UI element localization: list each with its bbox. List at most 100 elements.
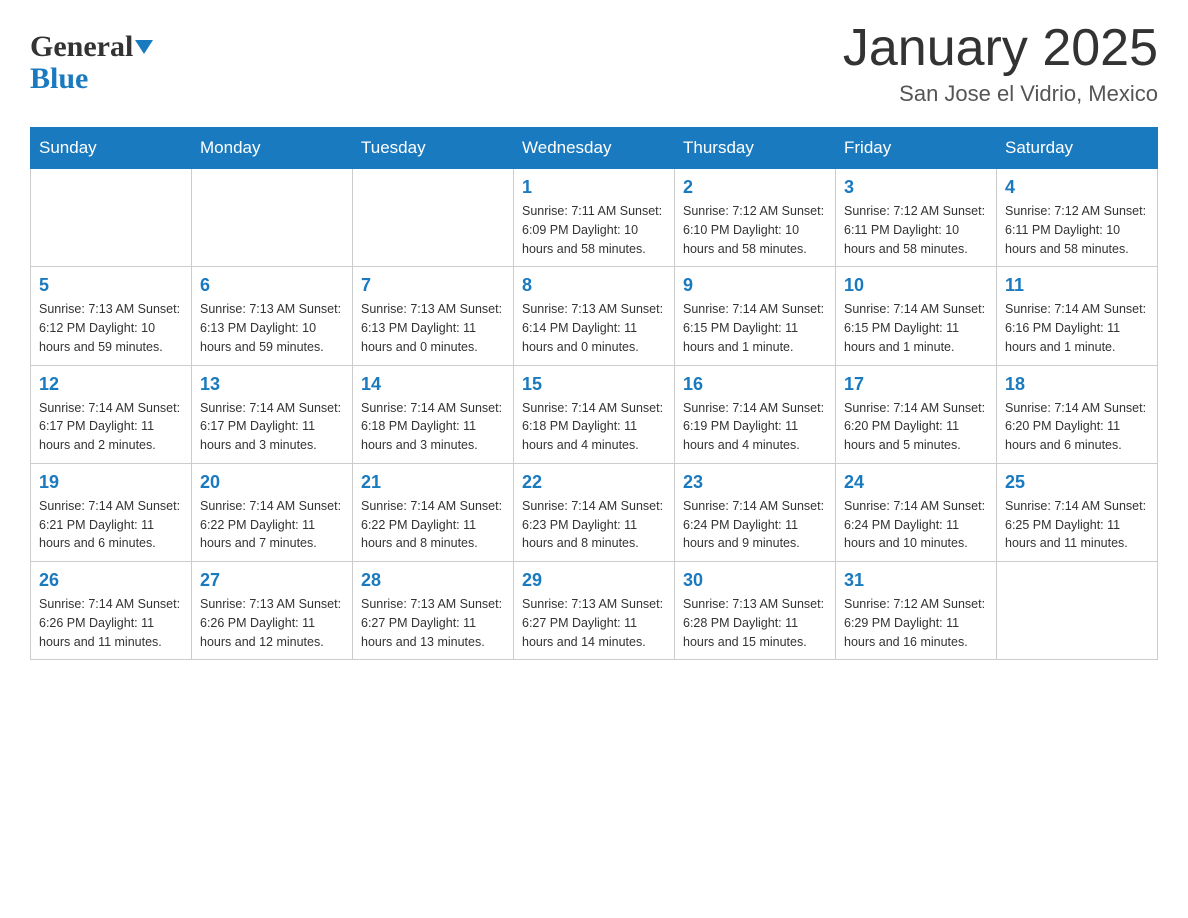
day-info: Sunrise: 7:13 AM Sunset: 6:28 PM Dayligh… (683, 595, 827, 651)
calendar-cell: 16 Sunrise: 7:14 AM Sunset: 6:19 PM Dayli… (675, 365, 836, 463)
day-number: 11 (1005, 275, 1149, 296)
calendar-week-row: 12 Sunrise: 7:14 AM Sunset: 6:17 PM Dayli… (31, 365, 1158, 463)
calendar-cell (997, 562, 1158, 660)
day-number: 19 (39, 472, 183, 493)
logo-blue-text: Blue (30, 62, 88, 96)
day-number: 22 (522, 472, 666, 493)
logo-general-text: General (30, 30, 133, 64)
calendar-cell: 3 Sunrise: 7:12 AM Sunset: 6:11 PM Daylig… (836, 169, 997, 267)
calendar-week-row: 5 Sunrise: 7:13 AM Sunset: 6:12 PM Daylig… (31, 267, 1158, 365)
calendar-header-row: SundayMondayTuesdayWednesdayThursdayFrid… (31, 128, 1158, 169)
calendar-cell: 2 Sunrise: 7:12 AM Sunset: 6:10 PM Daylig… (675, 169, 836, 267)
calendar-week-row: 26 Sunrise: 7:14 AM Sunset: 6:26 PM Dayli… (31, 562, 1158, 660)
day-info: Sunrise: 7:13 AM Sunset: 6:12 PM Dayligh… (39, 300, 183, 356)
calendar-cell: 28Sunrise: 7:13 AM Sunset: 6:27 PM Dayli… (353, 562, 514, 660)
day-number: 29 (522, 570, 666, 591)
calendar-cell: 24 Sunrise: 7:14 AM Sunset: 6:24 PM Dayli… (836, 463, 997, 561)
day-number: 24 (844, 472, 988, 493)
calendar-cell: 4 Sunrise: 7:12 AM Sunset: 6:11 PM Daylig… (997, 169, 1158, 267)
day-info: Sunrise: 7:14 AM Sunset: 6:20 PM Dayligh… (844, 399, 988, 455)
day-info: Sunrise: 7:12 AM Sunset: 6:11 PM Dayligh… (844, 202, 988, 258)
day-info: Sunrise: 7:14 AM Sunset: 6:25 PM Dayligh… (1005, 497, 1149, 553)
calendar-cell: 21 Sunrise: 7:14 AM Sunset: 6:22 PM Dayli… (353, 463, 514, 561)
calendar-cell: 19Sunrise: 7:14 AM Sunset: 6:21 PM Dayli… (31, 463, 192, 561)
calendar-cell: 6 Sunrise: 7:13 AM Sunset: 6:13 PM Daylig… (192, 267, 353, 365)
day-info: Sunrise: 7:13 AM Sunset: 6:27 PM Dayligh… (361, 595, 505, 651)
day-info: Sunrise: 7:13 AM Sunset: 6:13 PM Dayligh… (200, 300, 344, 356)
day-info: Sunrise: 7:11 AM Sunset: 6:09 PM Dayligh… (522, 202, 666, 258)
day-info: Sunrise: 7:14 AM Sunset: 6:18 PM Dayligh… (361, 399, 505, 455)
calendar-cell: 17 Sunrise: 7:14 AM Sunset: 6:20 PM Dayli… (836, 365, 997, 463)
day-number: 3 (844, 177, 988, 198)
day-number: 17 (844, 374, 988, 395)
day-number: 18 (1005, 374, 1149, 395)
calendar-cell: 15Sunrise: 7:14 AM Sunset: 6:18 PM Dayli… (514, 365, 675, 463)
day-number: 16 (683, 374, 827, 395)
day-number: 7 (361, 275, 505, 296)
day-info: Sunrise: 7:14 AM Sunset: 6:24 PM Dayligh… (683, 497, 827, 553)
day-info: Sunrise: 7:14 AM Sunset: 6:19 PM Dayligh… (683, 399, 827, 455)
day-info: Sunrise: 7:13 AM Sunset: 6:14 PM Dayligh… (522, 300, 666, 356)
day-info: Sunrise: 7:14 AM Sunset: 6:22 PM Dayligh… (200, 497, 344, 553)
day-number: 30 (683, 570, 827, 591)
day-info: Sunrise: 7:14 AM Sunset: 6:17 PM Dayligh… (39, 399, 183, 455)
title-section: January 2025 San Jose el Vidrio, Mexico (843, 20, 1158, 107)
calendar-cell: 20 Sunrise: 7:14 AM Sunset: 6:22 PM Dayli… (192, 463, 353, 561)
day-number: 1 (522, 177, 666, 198)
calendar-cell: 18 Sunrise: 7:14 AM Sunset: 6:20 PM Dayli… (997, 365, 1158, 463)
logo: General Blue (30, 30, 153, 96)
day-info: Sunrise: 7:14 AM Sunset: 6:20 PM Dayligh… (1005, 399, 1149, 455)
calendar-week-row: 19Sunrise: 7:14 AM Sunset: 6:21 PM Dayli… (31, 463, 1158, 561)
day-info: Sunrise: 7:14 AM Sunset: 6:15 PM Dayligh… (844, 300, 988, 356)
day-number: 6 (200, 275, 344, 296)
calendar-cell: 31 Sunrise: 7:12 AM Sunset: 6:29 PM Dayli… (836, 562, 997, 660)
day-info: Sunrise: 7:12 AM Sunset: 6:11 PM Dayligh… (1005, 202, 1149, 258)
day-header-thursday: Thursday (675, 128, 836, 169)
calendar-cell: 13Sunrise: 7:14 AM Sunset: 6:17 PM Dayli… (192, 365, 353, 463)
day-number: 15 (522, 374, 666, 395)
calendar-table: SundayMondayTuesdayWednesdayThursdayFrid… (30, 127, 1158, 660)
calendar-cell (353, 169, 514, 267)
calendar-cell: 26 Sunrise: 7:14 AM Sunset: 6:26 PM Dayli… (31, 562, 192, 660)
calendar-title: January 2025 (843, 20, 1158, 77)
calendar-cell (31, 169, 192, 267)
day-info: Sunrise: 7:12 AM Sunset: 6:10 PM Dayligh… (683, 202, 827, 258)
day-number: 8 (522, 275, 666, 296)
calendar-week-row: 1 Sunrise: 7:11 AM Sunset: 6:09 PM Daylig… (31, 169, 1158, 267)
day-number: 21 (361, 472, 505, 493)
calendar-cell: 9 Sunrise: 7:14 AM Sunset: 6:15 PM Daylig… (675, 267, 836, 365)
day-number: 20 (200, 472, 344, 493)
calendar-cell (192, 169, 353, 267)
day-number: 5 (39, 275, 183, 296)
day-info: Sunrise: 7:13 AM Sunset: 6:26 PM Dayligh… (200, 595, 344, 651)
day-number: 14 (361, 374, 505, 395)
calendar-cell: 7Sunrise: 7:13 AM Sunset: 6:13 PM Daylig… (353, 267, 514, 365)
day-number: 13 (200, 374, 344, 395)
day-header-saturday: Saturday (997, 128, 1158, 169)
day-number: 31 (844, 570, 988, 591)
day-info: Sunrise: 7:12 AM Sunset: 6:29 PM Dayligh… (844, 595, 988, 651)
calendar-cell: 22Sunrise: 7:14 AM Sunset: 6:23 PM Dayli… (514, 463, 675, 561)
day-info: Sunrise: 7:14 AM Sunset: 6:24 PM Dayligh… (844, 497, 988, 553)
calendar-cell: 8 Sunrise: 7:13 AM Sunset: 6:14 PM Daylig… (514, 267, 675, 365)
calendar-subtitle: San Jose el Vidrio, Mexico (843, 81, 1158, 107)
calendar-cell: 11 Sunrise: 7:14 AM Sunset: 6:16 PM Dayli… (997, 267, 1158, 365)
page-header: General Blue January 2025 San Jose el Vi… (30, 20, 1158, 107)
day-number: 9 (683, 275, 827, 296)
calendar-cell: 25Sunrise: 7:14 AM Sunset: 6:25 PM Dayli… (997, 463, 1158, 561)
day-number: 26 (39, 570, 183, 591)
day-info: Sunrise: 7:14 AM Sunset: 6:26 PM Dayligh… (39, 595, 183, 651)
calendar-cell: 14 Sunrise: 7:14 AM Sunset: 6:18 PM Dayli… (353, 365, 514, 463)
day-number: 12 (39, 374, 183, 395)
day-number: 23 (683, 472, 827, 493)
day-info: Sunrise: 7:14 AM Sunset: 6:16 PM Dayligh… (1005, 300, 1149, 356)
day-number: 2 (683, 177, 827, 198)
day-header-wednesday: Wednesday (514, 128, 675, 169)
day-info: Sunrise: 7:14 AM Sunset: 6:15 PM Dayligh… (683, 300, 827, 356)
day-number: 4 (1005, 177, 1149, 198)
day-header-sunday: Sunday (31, 128, 192, 169)
day-info: Sunrise: 7:13 AM Sunset: 6:27 PM Dayligh… (522, 595, 666, 651)
calendar-cell: 5 Sunrise: 7:13 AM Sunset: 6:12 PM Daylig… (31, 267, 192, 365)
calendar-cell: 23 Sunrise: 7:14 AM Sunset: 6:24 PM Dayli… (675, 463, 836, 561)
day-info: Sunrise: 7:14 AM Sunset: 6:22 PM Dayligh… (361, 497, 505, 553)
